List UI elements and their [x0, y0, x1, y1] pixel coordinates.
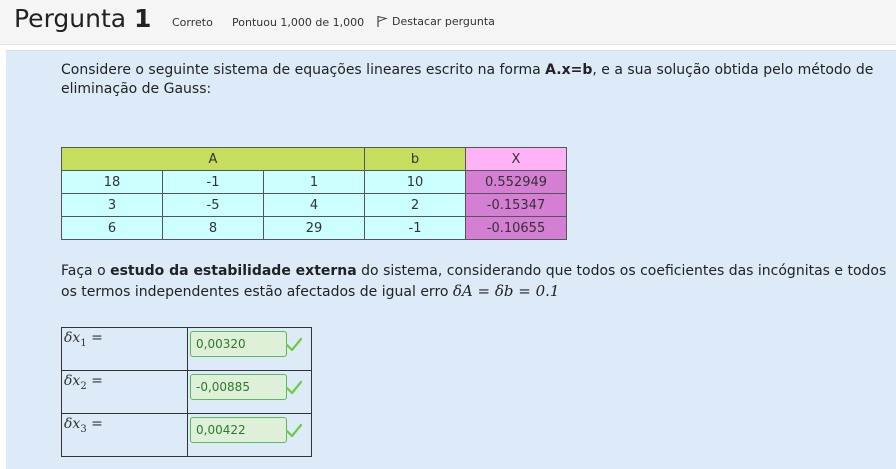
- answer-input[interactable]: -0,00885: [190, 374, 287, 400]
- answer-input-cell: 0,00320: [187, 327, 312, 371]
- cell-b: 10: [364, 170, 466, 194]
- answer-label: δx2 =: [62, 371, 187, 392]
- question-status: Correto: [172, 16, 213, 29]
- flag-question-link[interactable]: Destacar pergunta: [376, 15, 495, 28]
- question-title-word: Pergunta: [14, 4, 127, 33]
- system-table-header-row: A b X: [61, 147, 567, 171]
- answer-label: δx1 =: [62, 328, 187, 349]
- cell-a: -1: [162, 170, 264, 194]
- answer-label-eq: =: [86, 330, 103, 346]
- answer-label-cell: δx2 =: [61, 370, 188, 414]
- flag-question-label: Destacar pergunta: [392, 15, 495, 28]
- cell-a: -5: [162, 193, 264, 217]
- cell-x: 0.552949: [465, 170, 567, 194]
- cell-x: -0.10655: [465, 216, 567, 240]
- answer-label-cell: δx1 =: [61, 327, 188, 371]
- header-b: b: [364, 147, 466, 171]
- cell-a: 6: [61, 216, 163, 240]
- cell-a: 18: [61, 170, 163, 194]
- header-A: A: [61, 147, 365, 171]
- answers-table: δx1 = 0,00320 δx2 = -0,00885 δx3 = 0,004…: [61, 327, 312, 457]
- answer-label-base: δx: [64, 416, 81, 432]
- cell-b: 2: [364, 193, 466, 217]
- cell-a: 1: [263, 170, 365, 194]
- answer-label: δx3 =: [62, 414, 187, 435]
- question-intro: Considere o seguinte sistema de equações…: [61, 61, 891, 99]
- question-title: Pergunta 1: [14, 4, 151, 33]
- task-text: Faça o estudo da estabilidade externa do…: [61, 261, 891, 302]
- answer-input[interactable]: 0,00422: [190, 417, 287, 443]
- intro-text: Considere o seguinte sistema de equações…: [61, 62, 546, 78]
- task-text-bold: estudo da estabilidade externa: [110, 263, 357, 279]
- header-X: X: [465, 147, 567, 171]
- flag-icon: [377, 15, 388, 27]
- answer-input-cell: 0,00422: [187, 413, 312, 457]
- answer-label-cell: δx3 =: [61, 413, 188, 457]
- answer-row: δx3 = 0,00422: [61, 413, 312, 457]
- answer-label-eq: =: [86, 416, 103, 432]
- cell-a: 3: [61, 193, 163, 217]
- question-score: Pontuou 1,000 de 1,000: [232, 16, 365, 29]
- cell-a: 29: [263, 216, 365, 240]
- task-math: δA = δb = 0.1: [452, 282, 560, 300]
- answer-label-eq: =: [86, 373, 103, 389]
- answer-row: δx1 = 0,00320: [61, 327, 312, 371]
- answer-input[interactable]: 0,00320: [190, 331, 287, 357]
- answer-input-cell: -0,00885: [187, 370, 312, 414]
- question-header: Pergunta 1 Correto Pontuou 1,000 de 1,00…: [0, 0, 896, 45]
- question-content: Considere o seguinte sistema de equações…: [6, 50, 896, 469]
- intro-equation: A.x=b: [545, 62, 593, 78]
- check-icon: [286, 380, 302, 395]
- table-row: 3 -5 4 2 -0.15347: [61, 193, 567, 217]
- answer-label-base: δx: [64, 373, 81, 389]
- answer-row: δx2 = -0,00885: [61, 370, 312, 414]
- question-number: 1: [134, 4, 152, 33]
- table-row: 18 -1 1 10 0.552949: [61, 170, 567, 194]
- table-row: 6 8 29 -1 -0.10655: [61, 216, 567, 240]
- cell-a: 8: [162, 216, 264, 240]
- system-table: A b X 18 -1 1 10 0.552949 3 -5 4 2 -0.15…: [61, 147, 567, 240]
- cell-b: -1: [364, 216, 466, 240]
- check-icon: [286, 423, 302, 438]
- cell-x: -0.15347: [465, 193, 567, 217]
- answer-label-base: δx: [64, 330, 81, 346]
- cell-a: 4: [263, 193, 365, 217]
- task-text-start: Faça o: [61, 263, 111, 279]
- check-icon: [286, 337, 302, 352]
